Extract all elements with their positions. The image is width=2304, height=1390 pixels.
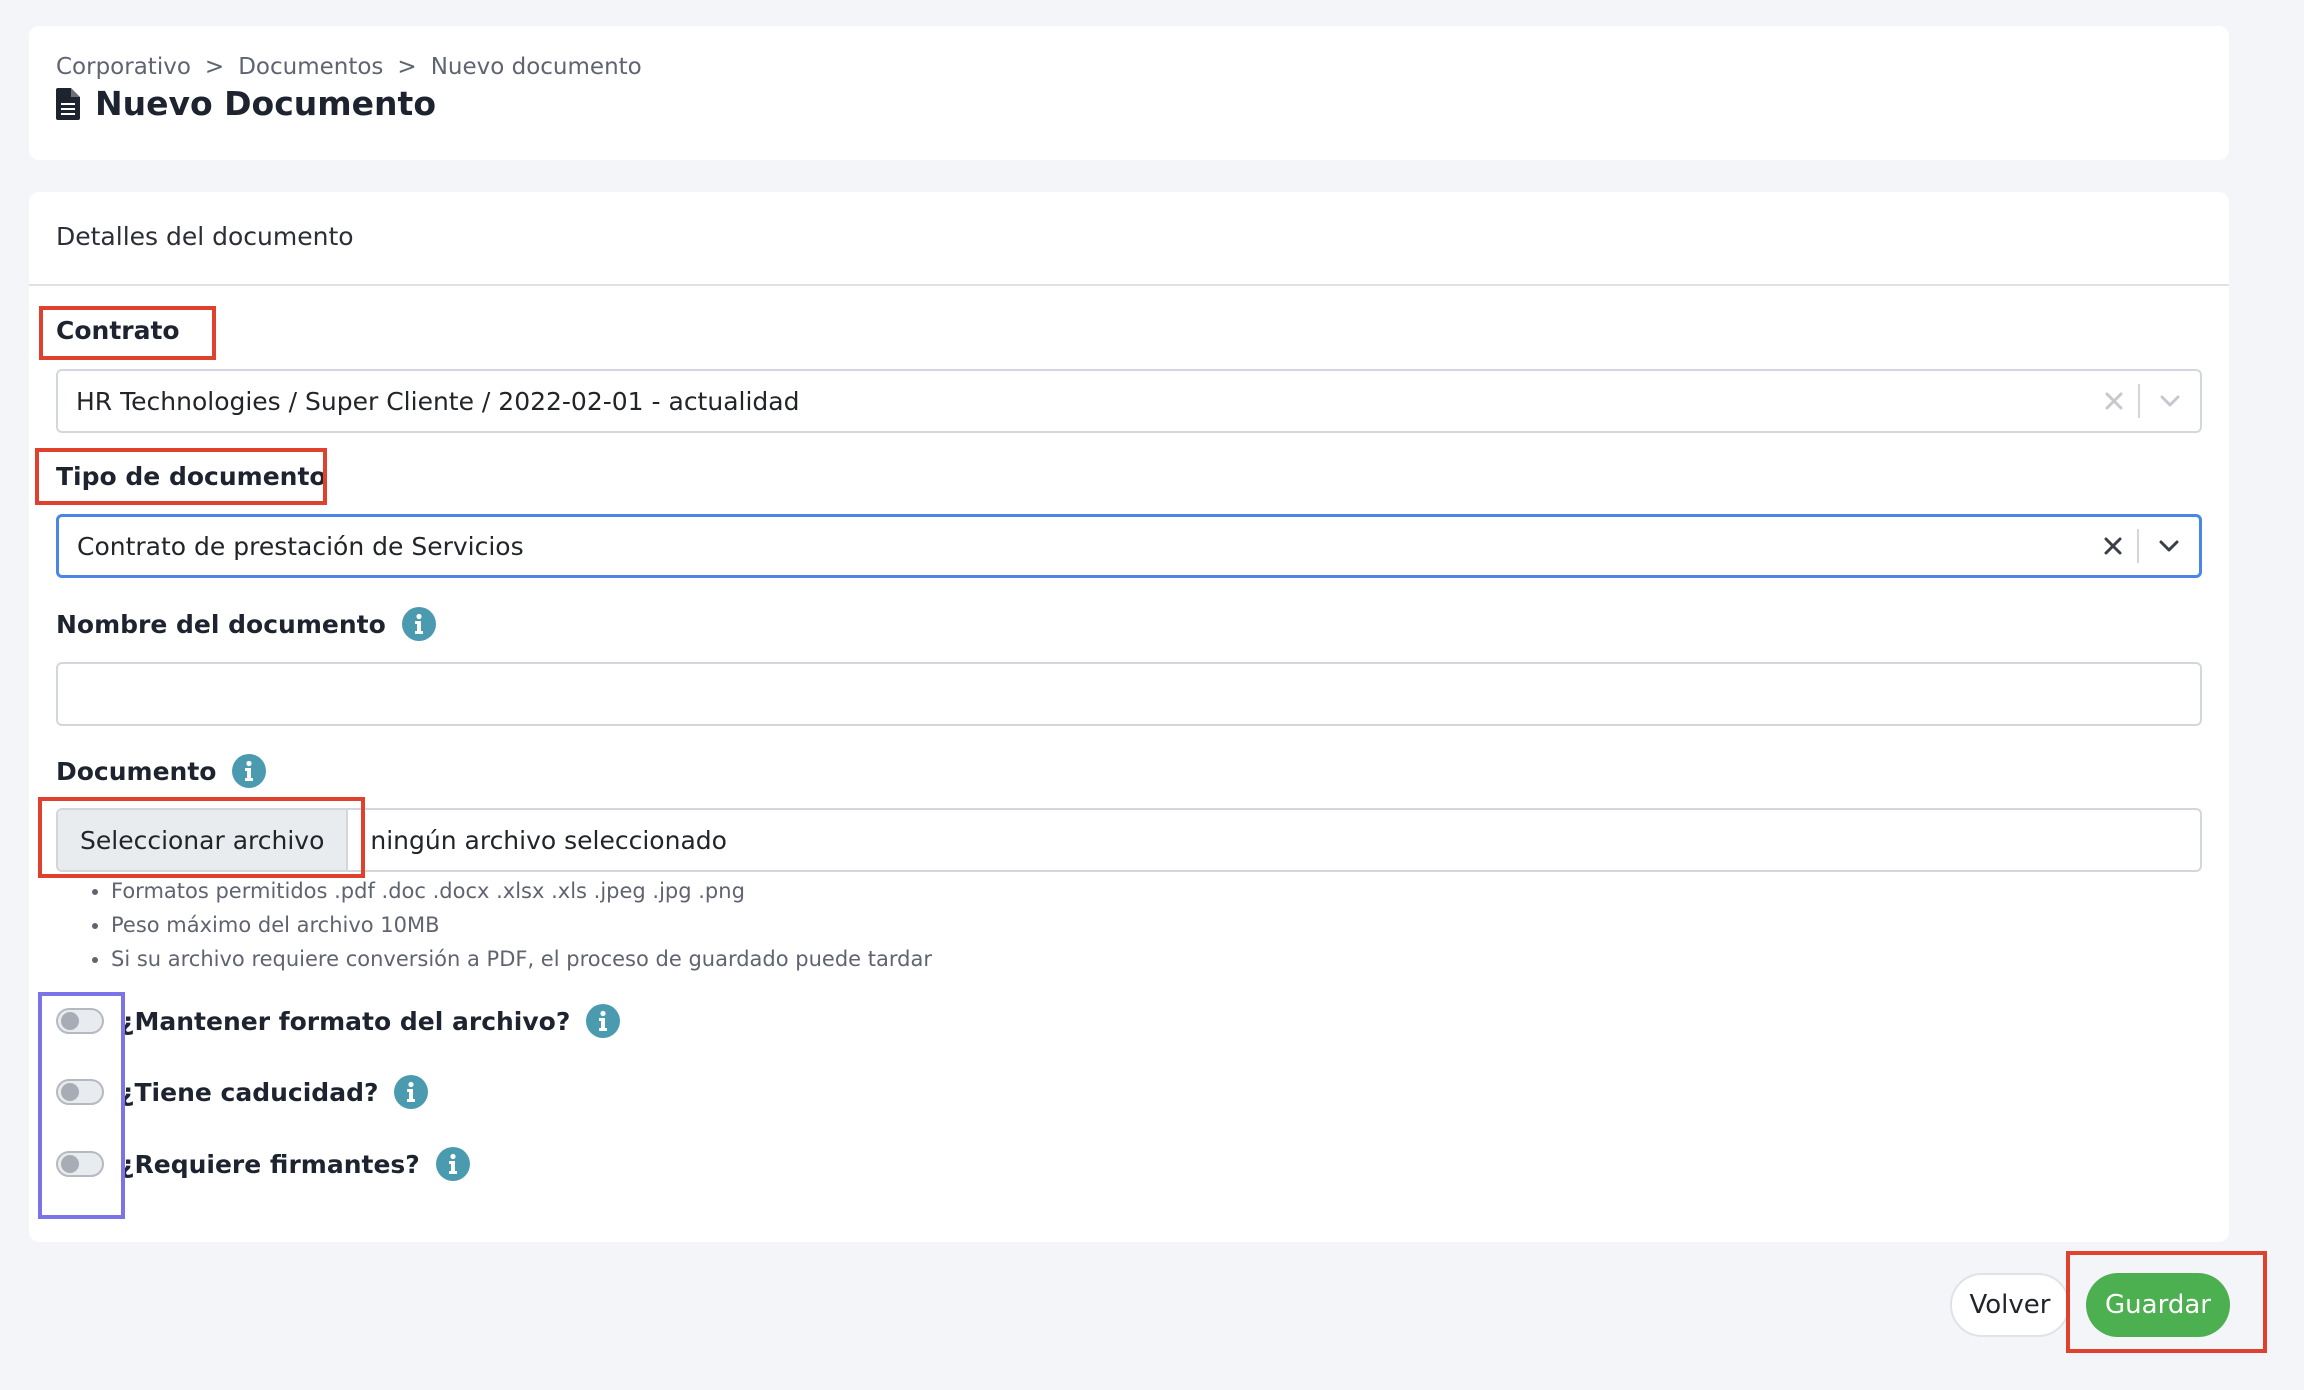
breadcrumb: Corporativo > Documentos > Nuevo documen… [56, 54, 642, 80]
file-hints: Formatos permitidos .pdf .doc .docx .xls… [111, 874, 932, 976]
nombre-documento-label: Nombre del documento [56, 607, 436, 641]
document-icon [56, 87, 80, 120]
header-card: Corporativo > Documentos > Nuevo documen… [29, 26, 2229, 160]
switch-knob [61, 1155, 79, 1173]
breadcrumb-item-current: Nuevo documento [430, 54, 642, 80]
chevron-down-icon [2160, 395, 2180, 407]
breadcrumb-item-corporativo[interactable]: Corporativo [56, 54, 191, 80]
close-icon [2105, 392, 2123, 410]
contrato-dropdown-toggle[interactable] [2140, 371, 2200, 431]
form-card: Detalles del documento Contrato HR Techn… [29, 192, 2229, 1242]
documento-label: Documento [56, 754, 267, 788]
file-hint-item: Si su archivo requiere conversión a PDF,… [111, 942, 932, 976]
info-icon[interactable] [401, 607, 436, 641]
mantener-formato-label: ¿Mantener formato del archivo? [120, 1006, 571, 1036]
file-hint-item: Formatos permitidos .pdf .doc .docx .xls… [111, 874, 932, 908]
tipo-documento-clear-button[interactable] [2089, 517, 2137, 575]
file-hint-item: Peso máximo del archivo 10MB [111, 908, 932, 942]
requiere-firmantes-switch[interactable] [56, 1151, 104, 1177]
close-icon [2104, 537, 2122, 555]
nombre-documento-input[interactable] [56, 662, 2202, 726]
contrato-clear-button[interactable] [2090, 371, 2138, 431]
toggle-row-mantener-formato: ¿Mantener formato del archivo? [56, 1004, 621, 1038]
contrato-label-text: Contrato [56, 316, 180, 345]
documento-label-text: Documento [56, 756, 217, 786]
breadcrumb-item-documentos[interactable]: Documentos [238, 54, 383, 80]
tiene-caducidad-label: ¿Tiene caducidad? [120, 1077, 379, 1107]
chevron-down-icon [2159, 540, 2179, 552]
page-title-text: Nuevo Documento [95, 84, 436, 123]
switch-knob [61, 1012, 79, 1030]
tipo-documento-select-value: Contrato de prestación de Servicios [77, 531, 524, 561]
file-input[interactable]: Seleccionar archivo ningún archivo selec… [56, 808, 2202, 872]
toggle-row-requiere-firmantes: ¿Requiere firmantes? [56, 1147, 470, 1181]
tipo-documento-label-text: Tipo de documento [56, 462, 327, 491]
page-title: Nuevo Documento [56, 84, 436, 123]
info-icon[interactable] [232, 754, 267, 788]
breadcrumb-separator: > [397, 54, 417, 80]
tiene-caducidad-switch[interactable] [56, 1079, 104, 1105]
info-icon[interactable] [586, 1004, 621, 1038]
select-file-button[interactable]: Seleccionar archivo [58, 810, 349, 870]
section-divider [29, 284, 2229, 286]
mantener-formato-switch[interactable] [56, 1008, 104, 1034]
contrato-label: Contrato [56, 316, 180, 345]
section-title: Detalles del documento [56, 222, 354, 251]
back-button[interactable]: Volver [1950, 1273, 2070, 1337]
info-icon[interactable] [435, 1147, 470, 1181]
breadcrumb-separator: > [204, 54, 225, 80]
nombre-documento-label-text: Nombre del documento [56, 609, 386, 639]
tipo-documento-select[interactable]: Contrato de prestación de Servicios [56, 514, 2202, 578]
contrato-select[interactable]: HR Technologies / Super Cliente / 2022-0… [56, 369, 2202, 433]
contrato-select-value: HR Technologies / Super Cliente / 2022-0… [76, 386, 800, 416]
save-button[interactable]: Guardar [2086, 1273, 2230, 1337]
tipo-documento-label: Tipo de documento [56, 462, 327, 491]
tipo-documento-dropdown-toggle[interactable] [2139, 517, 2199, 575]
file-status: ningún archivo seleccionado [370, 825, 727, 855]
requiere-firmantes-label: ¿Requiere firmantes? [120, 1149, 420, 1179]
switch-knob [61, 1083, 79, 1101]
toggle-row-tiene-caducidad: ¿Tiene caducidad? [56, 1075, 429, 1109]
info-icon[interactable] [394, 1075, 429, 1109]
